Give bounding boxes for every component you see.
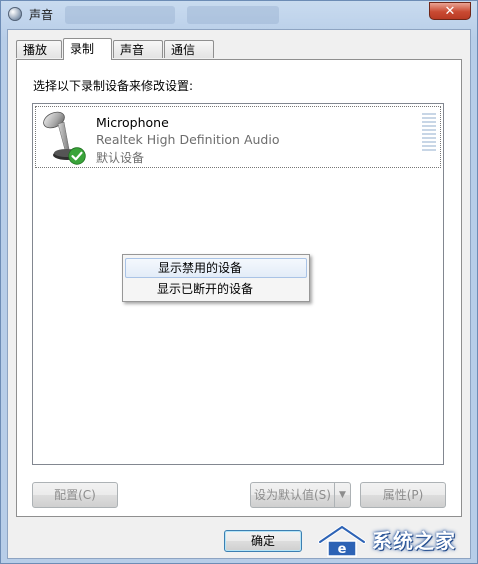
level-meter (422, 113, 436, 155)
house-logo-icon: e (318, 524, 366, 557)
close-button[interactable]: ✕ (429, 2, 471, 20)
ok-button[interactable]: 确定 (224, 530, 302, 552)
tab-communications[interactable]: 通信 (164, 40, 214, 58)
title-bar-reflection (65, 6, 175, 24)
tab-playback[interactable]: 播放 (16, 40, 62, 58)
tab-recording[interactable]: 录制 (63, 38, 112, 60)
tab-sounds[interactable]: 声音 (113, 40, 163, 58)
instruction-text: 选择以下录制设备来修改设置: (33, 79, 194, 93)
menu-item-show-disconnected[interactable]: 显示已断开的设备 (125, 279, 307, 299)
window-title: 声音 (29, 8, 54, 22)
device-item-microphone[interactable]: Microphone Realtek High Definition Audio… (35, 106, 441, 168)
default-check-icon (68, 147, 86, 165)
title-bar-reflection (187, 6, 279, 24)
watermark-text: 系统之家 (372, 529, 456, 553)
configure-button[interactable]: 配置(C) (32, 482, 118, 508)
context-menu: 显示禁用的设备 显示已断开的设备 (122, 254, 310, 302)
watermark: e 系统之家 (312, 520, 478, 564)
title-bar[interactable]: 声音 ✕ (1, 1, 477, 29)
device-name: Microphone (96, 115, 169, 130)
properties-button[interactable]: 属性(P) (360, 482, 446, 508)
device-status: 默认设备 (96, 151, 145, 165)
menu-item-show-disabled[interactable]: 显示禁用的设备 (125, 258, 307, 278)
svg-text:e: e (338, 542, 347, 557)
set-default-button[interactable]: 设为默认值(S) (250, 482, 335, 508)
speaker-icon (8, 7, 22, 21)
set-default-dropdown-arrow[interactable]: ▼ (334, 482, 351, 508)
device-driver: Realtek High Definition Audio (96, 132, 280, 147)
